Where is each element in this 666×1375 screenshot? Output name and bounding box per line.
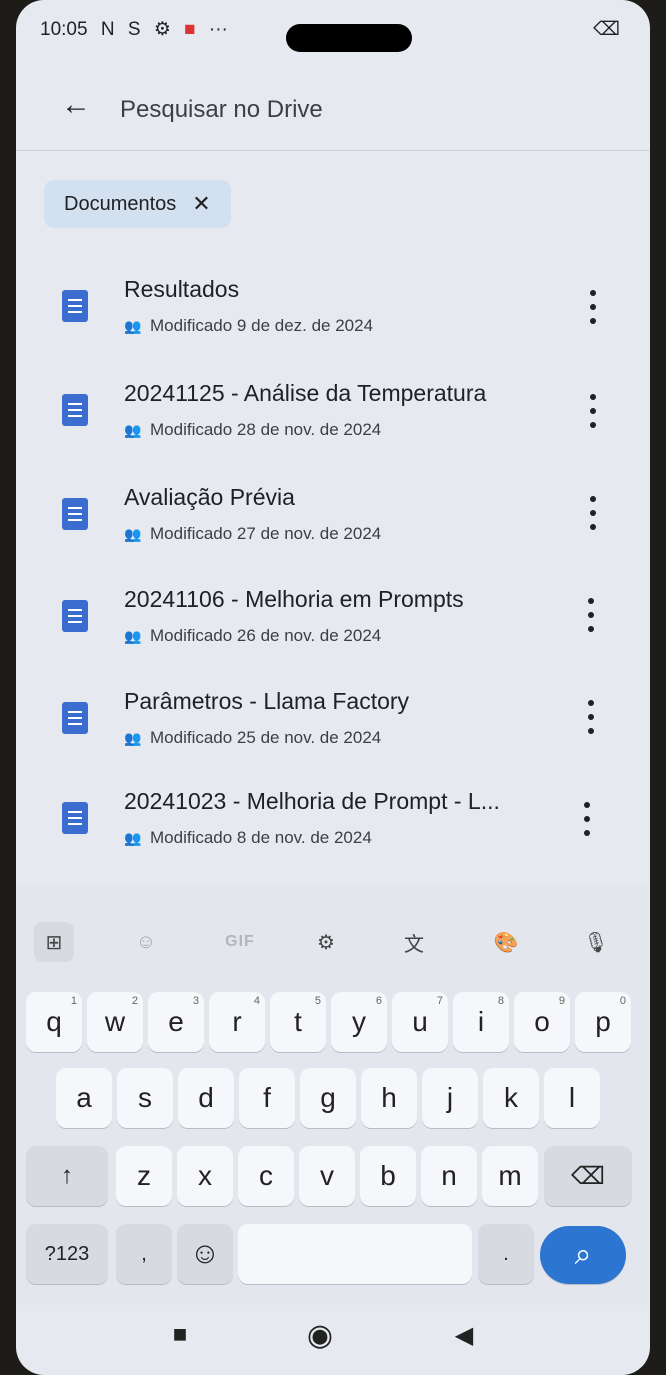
key-r[interactable]: r4 xyxy=(209,992,265,1052)
shared-people-icon: 👥 xyxy=(124,730,142,746)
mail-status-icon: ■ xyxy=(184,19,196,40)
key-x[interactable]: x xyxy=(177,1146,233,1206)
key-f[interactable]: f xyxy=(239,1068,295,1128)
document-item[interactable]: Parâmetros - Llama Factory 👥 Modificado 2… xyxy=(56,680,596,756)
emoji-icon[interactable]: ☺ xyxy=(177,1224,233,1284)
document-modified: 👥 Modificado 8 de nov. de 2024 xyxy=(124,828,372,847)
key-i[interactable]: i8 xyxy=(453,992,509,1052)
sticker-icon[interactable]: ☺ xyxy=(126,922,166,962)
key-a[interactable]: a xyxy=(56,1068,112,1128)
document-modified: 👥 Modificado 26 de nov. de 2024 xyxy=(124,626,382,645)
docs-file-icon xyxy=(62,600,88,632)
key-v[interactable]: v xyxy=(299,1146,355,1206)
docs-file-icon xyxy=(62,702,88,734)
document-title: 20241023 - Melhoria de Prompt - L... xyxy=(124,788,500,814)
translate-icon[interactable]: 文 xyxy=(394,922,434,962)
search-key-icon[interactable]: ⌕ xyxy=(540,1226,626,1284)
backspace-icon[interactable]: ⌫ xyxy=(544,1146,632,1206)
home-nav-icon[interactable]: ◉ xyxy=(300,1310,340,1360)
key-d[interactable]: d xyxy=(178,1068,234,1128)
back-nav-icon[interactable]: ◀ xyxy=(444,1310,484,1360)
document-title: 20241106 - Melhoria em Prompts xyxy=(124,586,464,612)
shared-people-icon: 👥 xyxy=(124,830,142,846)
status-time: 10:05 xyxy=(40,19,88,40)
more-options-icon[interactable] xyxy=(582,492,604,534)
key-y[interactable]: y6 xyxy=(331,992,387,1052)
comma-key[interactable]: , xyxy=(116,1224,172,1284)
back-arrow-icon[interactable]: ← xyxy=(54,84,98,128)
more-options-icon[interactable] xyxy=(580,696,602,738)
key-m[interactable]: m xyxy=(482,1146,538,1206)
key-p[interactable]: p0 xyxy=(575,992,631,1052)
recents-nav-icon[interactable]: ■ xyxy=(160,1310,200,1360)
app-s-icon: S xyxy=(127,19,141,40)
key-e[interactable]: e3 xyxy=(148,992,204,1052)
key-t[interactable]: t5 xyxy=(270,992,326,1052)
key-u[interactable]: u7 xyxy=(392,992,448,1052)
key-j[interactable]: j xyxy=(422,1068,478,1128)
microphone-icon[interactable]: 🎙 xyxy=(576,922,616,962)
more-status-icon: ··· xyxy=(208,19,228,40)
document-title: Resultados xyxy=(124,276,240,302)
docs-file-icon xyxy=(62,802,88,834)
document-item[interactable]: Avaliação Prévia 👥 Modificado 27 de nov. … xyxy=(56,476,596,552)
key-w[interactable]: w2 xyxy=(87,992,143,1052)
key-k[interactable]: k xyxy=(483,1068,539,1128)
battery-status-icon: ⌫ xyxy=(593,19,620,40)
document-modified: 👥 Modificado 27 de nov. de 2024 xyxy=(124,524,382,543)
document-title: Avaliação Prévia xyxy=(124,484,295,510)
shift-key[interactable]: ↑ xyxy=(26,1146,108,1206)
more-options-icon[interactable] xyxy=(582,286,604,328)
docs-file-icon xyxy=(62,290,88,322)
more-options-icon[interactable] xyxy=(580,594,602,636)
apps-grid-icon[interactable]: ⊞ xyxy=(34,922,74,962)
shared-people-icon: 👥 xyxy=(124,628,142,644)
settings-icon[interactable]: ⚙ xyxy=(306,922,346,962)
filter-chip-documents[interactable]: Documentos ✕ xyxy=(44,180,231,228)
key-o[interactable]: o9 xyxy=(514,992,570,1052)
key-c[interactable]: c xyxy=(238,1146,294,1206)
key-n[interactable]: n xyxy=(421,1146,477,1206)
nfc-icon: N xyxy=(100,19,115,40)
key-l[interactable]: l xyxy=(544,1068,600,1128)
document-modified: 👥 Modificado 25 de nov. de 2024 xyxy=(124,728,382,747)
period-key[interactable]: . xyxy=(478,1224,534,1284)
document-item[interactable]: 20241125 - Análise da Temperatura 👥 Modif… xyxy=(56,372,596,448)
key-z[interactable]: z xyxy=(116,1146,172,1206)
docs-file-icon xyxy=(62,498,88,530)
phone-screen: 10:05 N S ⚙ ■ ··· ⌫ ← Pesquisar no Drive… xyxy=(16,0,650,1375)
document-modified: 👥 Modificado 9 de dez. de 2024 xyxy=(124,316,374,335)
theme-palette-icon[interactable]: 🎨 xyxy=(486,922,526,962)
key-q[interactable]: q1 xyxy=(26,992,82,1052)
search-input[interactable]: Pesquisar no Drive xyxy=(120,96,323,124)
shared-people-icon: 👥 xyxy=(124,526,142,542)
settings-status-icon: ⚙ xyxy=(153,19,171,40)
more-options-icon[interactable] xyxy=(582,390,604,432)
key-h[interactable]: h xyxy=(361,1068,417,1128)
document-modified: 👥 Modificado 28 de nov. de 2024 xyxy=(124,420,382,439)
document-item[interactable]: Resultados 👥 Modificado 9 de dez. de 2024 xyxy=(56,268,596,344)
symbols-key[interactable]: ?123 xyxy=(26,1224,108,1284)
document-item[interactable]: 20241106 - Melhoria em Prompts 👥 Modifica… xyxy=(56,578,596,654)
filter-chip-label: Documentos xyxy=(64,192,177,215)
document-title: Parâmetros - Llama Factory xyxy=(124,688,410,714)
document-item[interactable]: 20241023 - Melhoria de Prompt - L... 👥 Mo… xyxy=(56,780,596,856)
docs-file-icon xyxy=(62,394,88,426)
shared-people-icon: 👥 xyxy=(124,422,142,438)
key-g[interactable]: g xyxy=(300,1068,356,1128)
close-icon[interactable]: ✕ xyxy=(192,191,210,217)
document-title: 20241125 - Análise da Temperatura xyxy=(124,380,487,406)
space-bar[interactable] xyxy=(238,1224,472,1284)
status-bar-left: 10:05 N S ⚙ ■ ··· xyxy=(40,18,236,41)
more-options-icon[interactable] xyxy=(576,798,598,840)
header-divider xyxy=(16,150,650,151)
gif-button[interactable]: GIF xyxy=(212,922,268,962)
camera-cutout xyxy=(286,24,412,52)
key-s[interactable]: s xyxy=(117,1068,173,1128)
shared-people-icon: 👥 xyxy=(124,318,142,334)
key-b[interactable]: b xyxy=(360,1146,416,1206)
